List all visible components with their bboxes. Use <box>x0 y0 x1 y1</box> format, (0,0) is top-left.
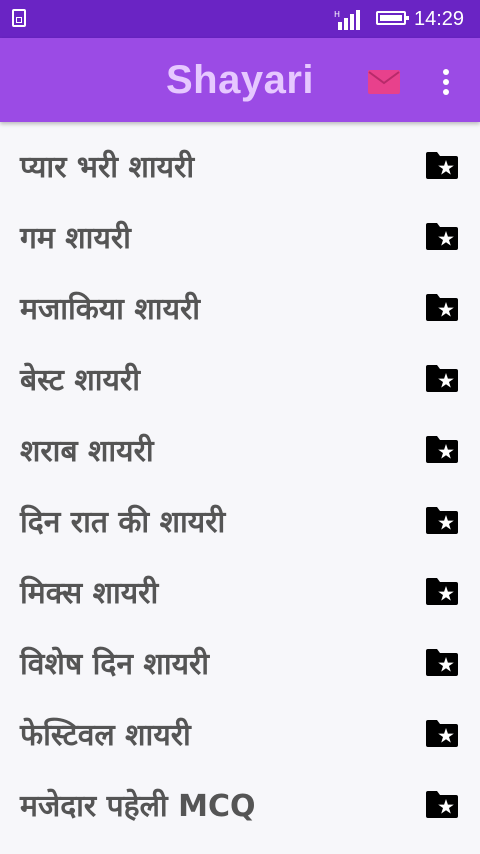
folder-star-icon[interactable] <box>424 292 460 322</box>
svg-text:H: H <box>334 10 340 19</box>
list-item[interactable]: फेस्टिवल शायरी <box>0 690 480 761</box>
list-item-label: मिक्स शायरी <box>20 576 159 611</box>
list-item[interactable]: गम शायरी <box>0 193 480 264</box>
folder-star-icon[interactable] <box>424 221 460 251</box>
list-item-label: प्यार भरी शायरी <box>20 150 195 185</box>
category-list: प्यार भरी शायरी गम शायरी मजाकिया शायरी बेस्… <box>0 122 480 832</box>
list-item-label: मजाकिया शायरी <box>20 292 201 327</box>
status-bar: H 14:29 <box>0 0 480 38</box>
list-item-label: विशेष दिन शायरी <box>20 647 210 682</box>
folder-star-icon[interactable] <box>424 150 460 180</box>
list-item-label: फेस्टिवल शायरी <box>20 718 191 753</box>
list-item-label: दिन रात की शायरी <box>20 505 226 540</box>
list-item[interactable]: दिन रात की शायरी <box>0 477 480 548</box>
folder-star-icon[interactable] <box>424 505 460 535</box>
app-bar: Shayari <box>0 38 480 122</box>
folder-star-icon[interactable] <box>424 647 460 677</box>
folder-star-icon[interactable] <box>424 434 460 464</box>
battery-icon <box>376 11 409 25</box>
folder-star-icon[interactable] <box>424 718 460 748</box>
signal-strength-icon: H <box>334 10 360 30</box>
list-item[interactable]: मजाकिया शायरी <box>0 264 480 335</box>
mail-button[interactable] <box>362 62 406 102</box>
list-item[interactable]: विशेष दिन शायरी <box>0 619 480 690</box>
page-title: Shayari <box>165 58 315 102</box>
list-item[interactable]: मजेदार पहेली MCQ <box>0 761 480 832</box>
more-options-button[interactable] <box>430 62 462 102</box>
folder-star-icon[interactable] <box>424 576 460 606</box>
list-item[interactable]: शराब शायरी <box>0 406 480 477</box>
status-clock: 14:29 <box>414 8 465 30</box>
more-vert-icon <box>443 69 449 95</box>
list-item[interactable]: मिक्स शायरी <box>0 548 480 619</box>
folder-star-icon[interactable] <box>424 363 460 393</box>
list-item[interactable]: बेस्ट शायरी <box>0 335 480 406</box>
list-item[interactable]: प्यार भरी शायरी <box>0 122 480 193</box>
list-item-label: शराब शायरी <box>20 434 154 469</box>
folder-star-icon[interactable] <box>424 789 460 819</box>
list-item-label: गम शायरी <box>20 221 131 256</box>
sim-card-icon <box>12 9 26 27</box>
mail-icon <box>368 70 400 94</box>
list-item-label: बेस्ट शायरी <box>20 363 140 398</box>
list-item-label: मजेदार पहेली MCQ <box>20 789 256 824</box>
